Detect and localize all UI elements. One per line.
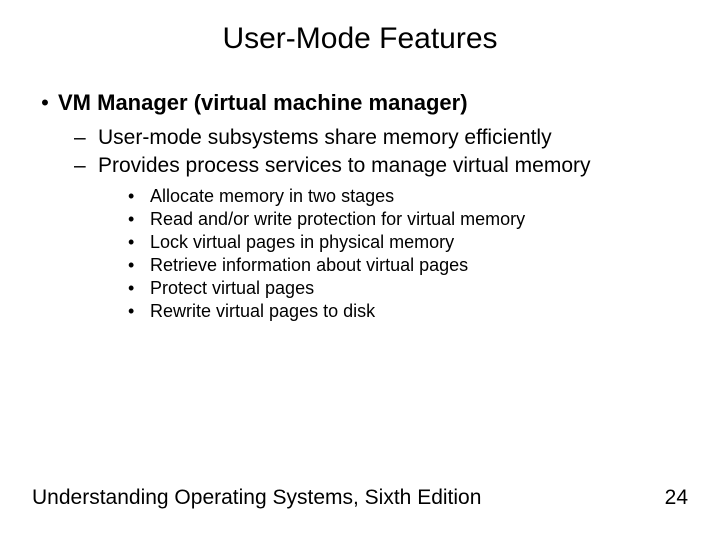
bullet-level3: • Retrieve information about virtual pag… [128,255,700,276]
point-text: Lock virtual pages in physical memory [150,232,454,253]
bullet-dot-icon: • [128,301,150,322]
bullet-level3-group: • Allocate memory in two stages • Read a… [128,186,700,322]
point-text: Retrieve information about virtual pages [150,255,468,276]
bullet-dot-icon: • [32,90,58,116]
slide-footer: Understanding Operating Systems, Sixth E… [32,486,688,510]
bullet-level1: •VM Manager (virtual machine manager) [32,90,700,116]
bullet-dot-icon: • [128,232,150,253]
sub-b-text: Provides process services to manage virt… [98,154,591,178]
bullet-dot-icon: • [128,255,150,276]
dash-icon: – [74,126,98,150]
bullet-level2: – Provides process services to manage vi… [74,154,700,178]
bullet-level3: • Rewrite virtual pages to disk [128,301,700,322]
bullet-level3: • Read and/or write protection for virtu… [128,209,700,230]
bullet-level3: • Allocate memory in two stages [128,186,700,207]
bullet-dot-icon: • [128,278,150,299]
slide: User-Mode Features •VM Manager (virtual … [0,0,720,540]
point-text: Rewrite virtual pages to disk [150,301,375,322]
bullet-dot-icon: • [128,186,150,207]
bullet-level3: • Protect virtual pages [128,278,700,299]
point-text: Read and/or write protection for virtual… [150,209,525,230]
point-text: Protect virtual pages [150,278,314,299]
dash-icon: – [74,154,98,178]
bullet-level2: – User-mode subsystems share memory effi… [74,126,700,150]
point-text: Allocate memory in two stages [150,186,394,207]
slide-content: •VM Manager (virtual machine manager) – … [0,66,720,322]
heading-text: VM Manager (virtual machine manager) [58,90,468,115]
slide-title: User-Mode Features [0,0,720,66]
sub-a-text: User-mode subsystems share memory effici… [98,126,552,150]
footer-source: Understanding Operating Systems, Sixth E… [32,486,481,510]
bullet-level3: • Lock virtual pages in physical memory [128,232,700,253]
bullet-dot-icon: • [128,209,150,230]
footer-page-number: 24 [665,486,688,510]
